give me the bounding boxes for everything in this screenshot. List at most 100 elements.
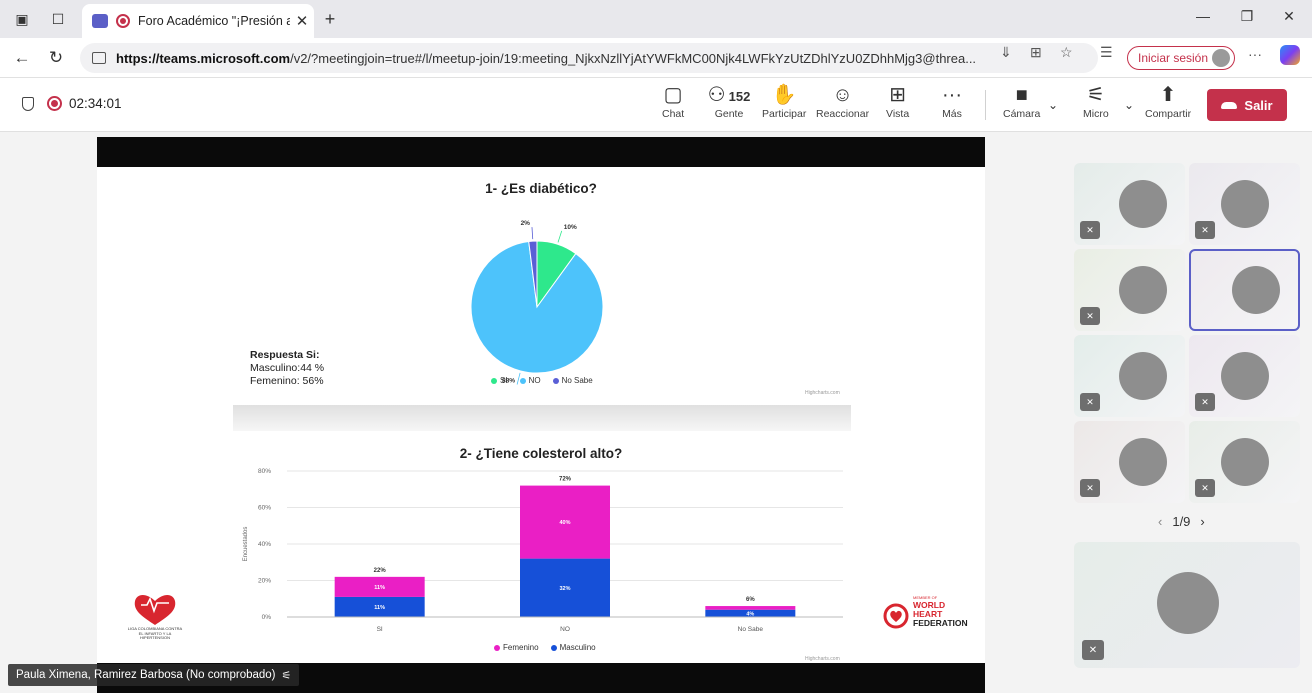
toolbar-separator: [985, 90, 986, 120]
sign-in-label: Iniciar sesión: [1138, 51, 1209, 65]
y-tick-label: 60%: [258, 505, 271, 512]
participant-tile[interactable]: ✕: [1074, 249, 1185, 331]
people-button[interactable]: ⚇ 152 Gente: [707, 82, 751, 128]
mic-off-icon: ⚟: [1086, 84, 1105, 106]
response-male: Masculino:44 %: [250, 362, 325, 374]
view-button[interactable]: ⊞ Vista: [886, 82, 909, 128]
participant-tile[interactable]: ✕: [1074, 163, 1185, 245]
liga-colombiana-logo: LIGA COLOMBIANA CONTRA EL INFARTO Y LA H…: [127, 589, 183, 645]
url-field[interactable]: https://teams.microsoft.com /v2/?meeting…: [80, 43, 1098, 73]
restore-icon[interactable]: ❐: [1232, 8, 1262, 30]
minimize-icon[interactable]: —: [1188, 8, 1218, 30]
sign-in-button[interactable]: Iniciar sesión: [1127, 46, 1235, 70]
back-icon[interactable]: ←: [10, 47, 34, 71]
url-host: https://teams.microsoft.com: [116, 50, 291, 66]
bar-segment-label: 4%: [746, 611, 754, 617]
legend-item[interactable]: Femenino: [494, 643, 539, 652]
chart1-title: 1- ¿Es diabético?: [485, 181, 597, 196]
muted-mic-icon: ✕: [1195, 221, 1215, 239]
bar-segment-label: 40%: [559, 520, 570, 526]
people-icon: ⚇ 152: [707, 84, 751, 106]
more-icon: ···: [942, 84, 962, 106]
legend-label: NO: [528, 376, 541, 385]
new-tab-icon[interactable]: +: [320, 9, 340, 29]
people-label: Gente: [714, 108, 744, 120]
bar-segment-label: 11%: [374, 585, 385, 591]
chat-label: Chat: [662, 108, 685, 120]
copilot-icon[interactable]: [1280, 45, 1300, 65]
chat-icon: ▢: [663, 84, 683, 106]
participant-tile[interactable]: ✕: [1189, 421, 1300, 503]
leave-button[interactable]: Salir: [1207, 89, 1287, 121]
react-label: Reaccionar: [816, 108, 870, 120]
favorite-icon[interactable]: ☆: [1060, 44, 1073, 61]
slide-divider: [233, 405, 851, 431]
tab-actions-icon[interactable]: ☐: [48, 9, 68, 29]
grid-view-icon: ⊞: [889, 84, 906, 106]
participant-tile[interactable]: [1189, 249, 1300, 331]
muted-mic-icon: ✕: [1080, 307, 1100, 325]
close-window-icon[interactable]: ✕: [1274, 8, 1304, 30]
legend-item[interactable]: SI: [491, 376, 508, 385]
phone-hangup-icon: [1221, 101, 1238, 109]
avatar: [1119, 180, 1167, 228]
avatar: [1220, 352, 1269, 400]
mic-options-button[interactable]: ⌄: [1124, 92, 1134, 138]
mic-button[interactable]: ⚟ Micro: [1083, 82, 1109, 128]
teams-logo-icon: [92, 14, 108, 28]
refresh-icon[interactable]: ↻: [44, 47, 68, 71]
camera-options-button[interactable]: ⌄: [1048, 92, 1058, 138]
bar-total-label: 22%: [374, 568, 387, 574]
pager-next-icon[interactable]: ›: [1200, 514, 1204, 529]
muted-mic-icon: ✕: [1080, 221, 1100, 239]
favorites-bar-icon[interactable]: ☰: [1100, 44, 1113, 61]
camera-button[interactable]: ■ Cámara: [1003, 82, 1040, 128]
avatar: [1157, 572, 1219, 634]
url-path: /v2/?meetingjoin=true#/l/meetup-join/19:…: [290, 50, 977, 66]
participant-tile[interactable]: ✕: [1189, 163, 1300, 245]
avatar: [1119, 266, 1167, 314]
pager-prev-icon[interactable]: ‹: [1158, 514, 1162, 529]
meeting-toolbar: 02:34:01 ▢ Chat ⚇ 152 Gente ✋ Participar …: [0, 78, 1312, 132]
legend-item[interactable]: NO: [519, 376, 541, 385]
legend-swatch: [550, 644, 557, 651]
lock-icon: [92, 52, 106, 64]
legend-item[interactable]: Masculino: [550, 643, 596, 652]
legend-label: Masculino: [559, 643, 596, 652]
participant-tile[interactable]: ✕: [1074, 421, 1185, 503]
gallery-pager: ‹ 1/9 ›: [1158, 514, 1205, 529]
close-tab-icon[interactable]: ✕: [290, 12, 314, 30]
pie-chart: 10%88%2%: [470, 220, 604, 385]
muted-mic-icon: ✕: [1080, 393, 1100, 411]
participant-tile[interactable]: ✕: [1074, 335, 1185, 417]
more-browser-icon[interactable]: ···: [1248, 46, 1262, 62]
presenter-name: Paula Ximena, Ramirez Barbosa (No compro…: [16, 669, 276, 681]
browser-tab[interactable]: Foro Académico "¡Presión ar ✕: [82, 4, 314, 38]
raise-hand-label: Participar: [762, 108, 807, 120]
more-button[interactable]: ··· Más: [942, 82, 962, 128]
chat-button[interactable]: ▢ Chat: [662, 82, 684, 128]
x-tick-label: NO: [560, 626, 570, 633]
meeting-timer: 02:34:01: [69, 96, 122, 111]
bar-legend: Femenino Masculino: [494, 643, 596, 652]
hand-icon: ✋: [771, 84, 797, 106]
leave-label: Salir: [1244, 97, 1273, 113]
self-video-tile[interactable]: ✕: [1074, 542, 1300, 668]
react-button[interactable]: ☺ Reaccionar: [816, 82, 869, 128]
app-available-icon[interactable]: ⊞: [1030, 44, 1042, 61]
share-button[interactable]: ⬆ Compartir: [1145, 82, 1191, 128]
read-aloud-icon[interactable]: ⇓: [1000, 44, 1012, 61]
legend-swatch: [494, 644, 500, 651]
raise-hand-button[interactable]: ✋ Participar: [762, 82, 806, 128]
muted-mic-icon: ✕: [1082, 640, 1104, 660]
participant-tile[interactable]: ✕: [1189, 335, 1300, 417]
pie-legend: SI NO No Sabe: [491, 376, 593, 385]
legend-item[interactable]: No Sabe: [552, 376, 593, 385]
y-tick-label: 40%: [258, 541, 271, 548]
response-title: Respuesta Si:: [250, 349, 320, 361]
bar-total-label: 6%: [746, 597, 755, 603]
bar-total-label: 72%: [559, 477, 572, 483]
workspaces-icon[interactable]: ▣: [12, 9, 32, 29]
bar-segment-label: 32%: [559, 586, 570, 592]
chevron-down-icon: ⌄: [1048, 98, 1059, 112]
